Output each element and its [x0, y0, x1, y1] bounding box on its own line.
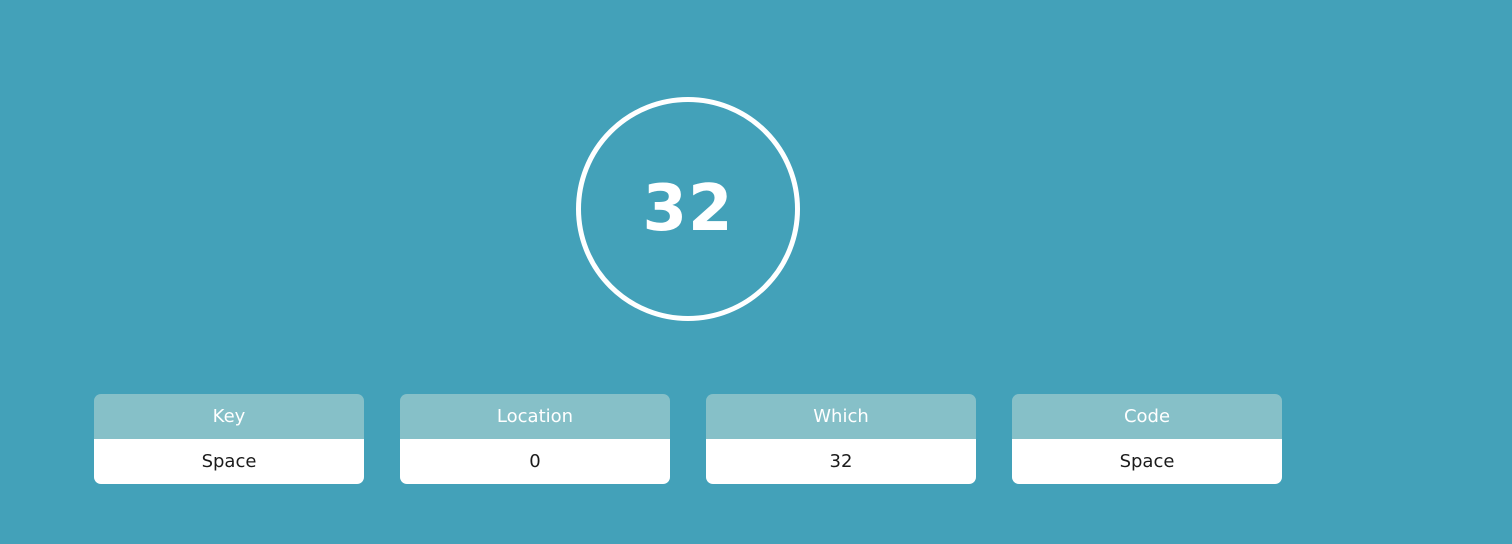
info-card-key: Key Space — [94, 394, 364, 484]
key-info-cards: Key Space Location 0 Which 32 Code Space — [94, 394, 1282, 484]
key-code-display: 32 — [642, 172, 734, 246]
info-card-location-label: Location — [400, 394, 670, 439]
info-card-which-label: Which — [706, 394, 976, 439]
info-card-code-value: Space — [1012, 439, 1282, 484]
info-card-which: Which 32 — [706, 394, 976, 484]
info-card-key-value: Space — [94, 439, 364, 484]
info-card-code-label: Code — [1012, 394, 1282, 439]
key-code-circle: 32 — [576, 97, 800, 321]
info-card-location: Location 0 — [400, 394, 670, 484]
info-card-code: Code Space — [1012, 394, 1282, 484]
info-card-which-value: 32 — [706, 439, 976, 484]
keycode-app: 32 Key Space Location 0 Which 32 Code Sp… — [0, 0, 1512, 544]
info-card-location-value: 0 — [400, 439, 670, 484]
info-card-key-label: Key — [94, 394, 364, 439]
